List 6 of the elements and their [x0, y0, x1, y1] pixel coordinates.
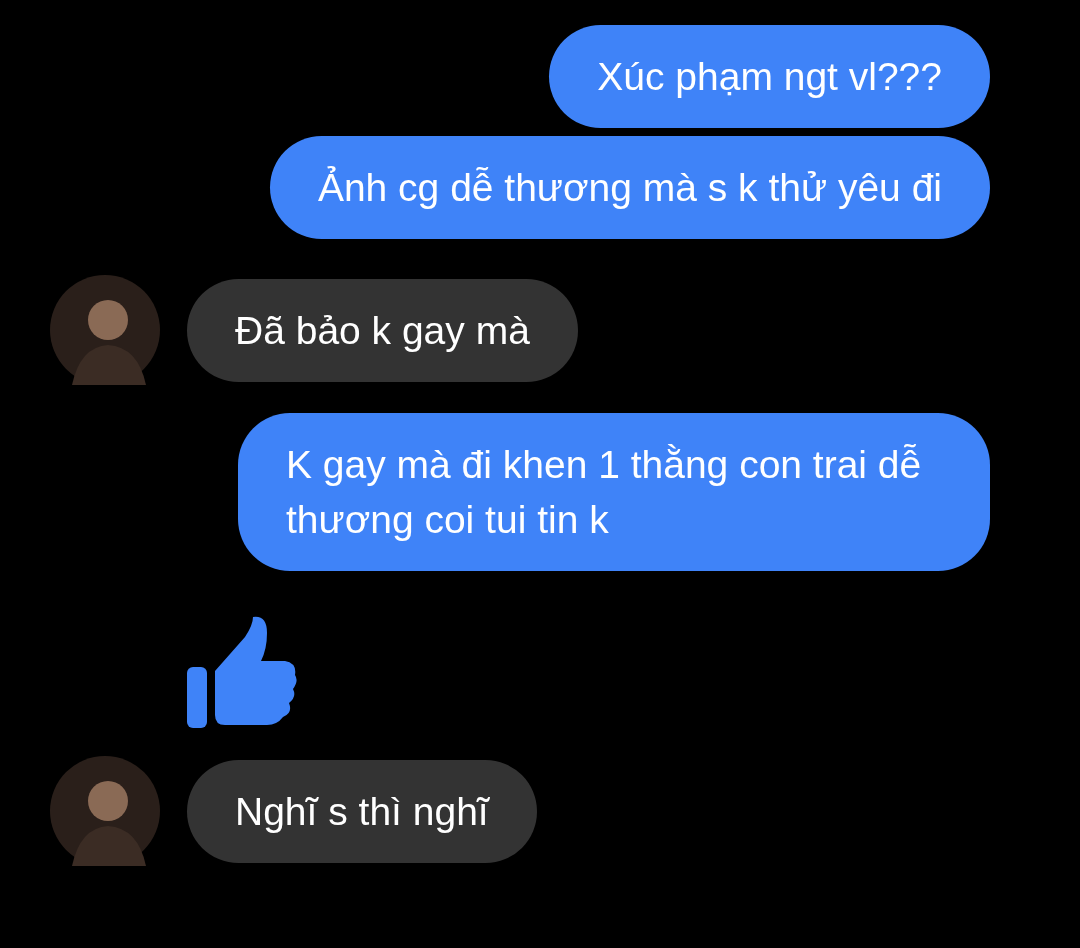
message-bubble: Đã bảo k gay mà: [187, 278, 578, 382]
message-bubble: K gay mà đi khen 1 thằng con trai dễ thương coi tui tin k: [238, 413, 990, 571]
message-bubble: Xúc phạm ngt vl???: [549, 25, 990, 128]
thumbs-up-icon: [187, 615, 297, 728]
message-bubble: Ảnh cg dễ thương mà s k thử yêu đi: [269, 136, 990, 239]
message-bubble: Nghĩ s thì nghĩ: [187, 759, 537, 863]
